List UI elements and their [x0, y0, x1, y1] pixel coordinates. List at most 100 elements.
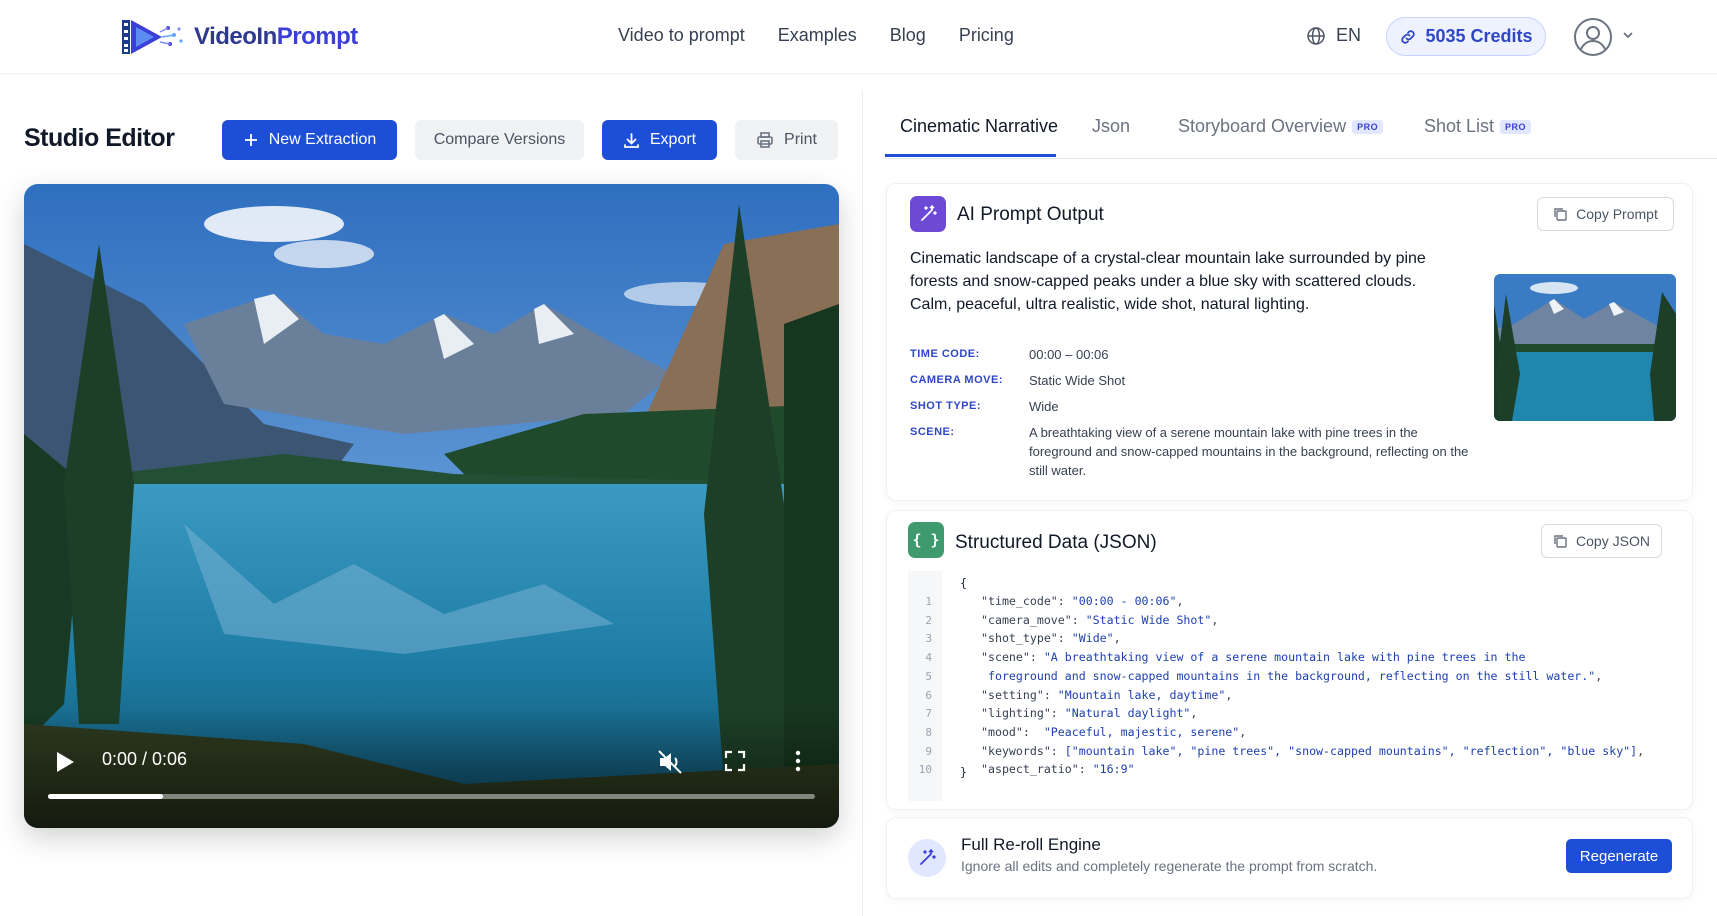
- output-tabs: Cinematic Narrative Json Storyboard Over…: [885, 90, 1717, 159]
- copy-prompt-button[interactable]: Copy Prompt: [1537, 197, 1674, 231]
- meta-label-camera-move: CAMERA MOVE:: [910, 374, 1003, 386]
- more-options-icon[interactable]: [794, 750, 802, 772]
- json-value: "16:9": [1092, 762, 1135, 777]
- new-extraction-button[interactable]: New Extraction: [222, 120, 397, 160]
- compare-versions-button[interactable]: Compare Versions: [415, 120, 584, 160]
- meta-label-scene: SCENE:: [910, 426, 955, 438]
- copy-prompt-label: Copy Prompt: [1576, 206, 1658, 222]
- credits-label: 5035 Credits: [1425, 26, 1533, 46]
- json-key: "setting":: [981, 687, 1058, 702]
- plus-icon: [244, 134, 257, 146]
- pro-badge: PRO: [1352, 119, 1384, 134]
- json-punctuation: ,: [1239, 724, 1247, 739]
- globe-icon: [1307, 26, 1325, 45]
- code-braces-icon: { }: [908, 522, 944, 558]
- brand-name: VideoInPrompt: [194, 23, 358, 50]
- json-punctuation: ,: [1595, 668, 1603, 683]
- nav-examples[interactable]: Examples: [778, 25, 857, 46]
- line-number: 1: [925, 595, 932, 608]
- json-code-line: foreground and snow-capped mountains in …: [981, 669, 1602, 683]
- line-number: 4: [925, 651, 932, 665]
- video-progress-bar[interactable]: [48, 794, 815, 799]
- prompt-card-title: AI Prompt Output: [957, 204, 1104, 225]
- reroll-title: Full Re-roll Engine: [961, 835, 1101, 854]
- main-nav: Video to prompt Examples Blog Pricing: [618, 25, 1014, 46]
- language-selector[interactable]: EN: [1306, 25, 1361, 46]
- top-navigation-bar: VideoInPrompt Video to prompt Examples B…: [0, 0, 1717, 74]
- json-value: "Peaceful, majestic, serene": [1043, 724, 1240, 739]
- printer-icon: [757, 132, 773, 148]
- tab-json[interactable]: Json: [1092, 116, 1130, 137]
- line-number: 2: [925, 613, 932, 627]
- export-button[interactable]: Export: [602, 120, 717, 160]
- copy-icon: [1554, 534, 1567, 548]
- json-punctuation: ,: [1176, 594, 1184, 608]
- json-code-line: "aspect_ratio": "16:9": [981, 762, 1135, 776]
- reroll-subtitle: Ignore all edits and completely regenera…: [961, 858, 1378, 874]
- json-close-brace: }: [960, 765, 967, 779]
- film-logo-icon: [122, 20, 183, 54]
- tab-storyboard-overview[interactable]: Storyboard Overview PRO: [1178, 116, 1384, 137]
- json-card-title: Structured Data (JSON): [955, 532, 1157, 553]
- print-label: Print: [784, 131, 817, 148]
- line-number: 7: [925, 707, 932, 721]
- copy-json-button[interactable]: Copy JSON: [1541, 524, 1662, 558]
- tab-cinematic-narrative[interactable]: Cinematic Narrative: [900, 116, 1058, 137]
- copy-json-label: Copy JSON: [1576, 533, 1650, 549]
- nav-pricing[interactable]: Pricing: [959, 25, 1014, 46]
- json-code-line: "setting": "Mountain lake, daytime",: [981, 688, 1232, 702]
- json-punctuation: ,: [1637, 743, 1645, 758]
- copy-icon: [1554, 207, 1567, 221]
- user-avatar-icon[interactable]: [1573, 17, 1613, 57]
- structured-data-card: { } Structured Data (JSON) Copy JSON { 1…: [886, 510, 1693, 810]
- json-value: foreground and snow-capped mountains in …: [987, 668, 1596, 683]
- play-icon[interactable]: [54, 750, 76, 774]
- json-punctuation: ,: [1113, 631, 1121, 646]
- prompt-text: Cinematic landscape of a crystal-clear m…: [910, 250, 1426, 313]
- export-label: Export: [649, 131, 697, 148]
- meta-value-scene: A breathtaking view of a serene mountain…: [1029, 425, 1469, 478]
- json-value: "00:00 - 00:06": [1071, 594, 1177, 608]
- json-code-line: "shot_type": "Wide",: [981, 631, 1121, 645]
- video-thumbnail: [1494, 274, 1676, 421]
- json-value: "A breathtaking view of a serene mountai…: [1043, 650, 1526, 665]
- video-progress-fill: [48, 794, 164, 799]
- json-value: "Static Wide Shot": [1085, 612, 1212, 627]
- json-key: "shot_type":: [981, 631, 1072, 646]
- json-code-line: "mood": "Peaceful, majestic, serene",: [981, 725, 1246, 739]
- nav-blog[interactable]: Blog: [890, 25, 926, 46]
- brand-logo[interactable]: VideoInPrompt: [122, 18, 358, 56]
- credits-badge[interactable]: 5035 Credits: [1386, 17, 1546, 56]
- tab-shot-list[interactable]: Shot List PRO: [1424, 116, 1532, 137]
- link-icon: [1401, 29, 1416, 44]
- json-key: "camera_move":: [981, 612, 1086, 627]
- meta-value-time-code: 00:00 – 00:06: [1029, 347, 1109, 362]
- json-code-line: "lighting": "Natural daylight",: [981, 706, 1197, 720]
- ai-prompt-output-card: AI Prompt Output Copy Prompt Cinematic l…: [886, 183, 1693, 501]
- video-time: 0:00 / 0:06: [102, 749, 188, 769]
- muted-volume-icon[interactable]: [657, 749, 683, 775]
- json-key: "time_code":: [981, 594, 1072, 608]
- video-player[interactable]: 0:00 / 0:06: [24, 184, 839, 828]
- json-open-brace: {: [960, 576, 967, 590]
- json-code-block[interactable]: { 1 "time_code": "00:00 - 00:06", 2 "camera…: [908, 571, 1674, 801]
- reroll-engine-card: Full Re-roll Engine Ignore all edits and…: [886, 817, 1693, 899]
- json-key: [981, 669, 988, 683]
- line-number: 5: [925, 669, 932, 683]
- active-tab-indicator: [885, 154, 1056, 157]
- regenerate-button[interactable]: Regenerate: [1566, 839, 1672, 873]
- print-button[interactable]: Print: [735, 120, 838, 160]
- fullscreen-icon[interactable]: [724, 750, 746, 772]
- sparkle-wand-icon: [908, 839, 946, 877]
- nav-video-to-prompt[interactable]: Video to prompt: [618, 25, 745, 46]
- line-number: 6: [925, 688, 932, 702]
- json-value: "Mountain lake, daytime": [1057, 687, 1226, 702]
- chevron-down-icon[interactable]: [1621, 28, 1635, 42]
- json-value: "Wide": [1071, 631, 1114, 646]
- json-code-line: "time_code": "00:00 - 00:06",: [981, 594, 1183, 608]
- meta-value-camera-move: Static Wide Shot: [1029, 373, 1126, 388]
- json-key: "scene":: [981, 650, 1044, 665]
- json-punctuation: ,: [1211, 612, 1219, 627]
- json-punctuation: ,: [1225, 687, 1233, 702]
- panel-divider: [862, 90, 863, 916]
